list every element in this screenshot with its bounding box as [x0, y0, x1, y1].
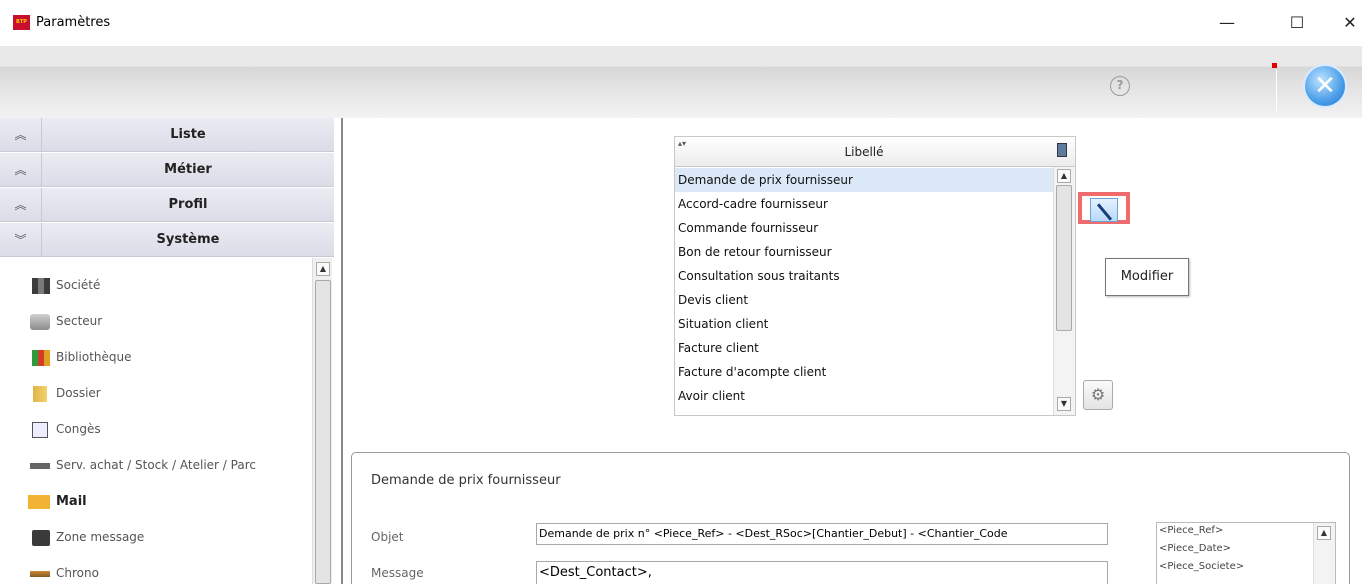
message-textarea[interactable]: <Dest_Contact>, — [536, 561, 1108, 584]
modify-button-highlight — [1078, 192, 1130, 224]
building-icon — [32, 278, 50, 294]
title-bar: BTP Paramètres — ☐ ✕ — [0, 0, 1362, 46]
help-icon[interactable]: ? — [1110, 76, 1130, 96]
double-chevron-up-icon[interactable]: ︽ — [0, 188, 42, 222]
pencil-icon — [1096, 203, 1113, 221]
list-item[interactable]: Avoir client — [675, 384, 1053, 408]
variable-item[interactable]: <Piece_Date> — [1159, 543, 1231, 554]
variable-item[interactable]: <Piece_Societe> — [1159, 561, 1244, 572]
sidebar-item-bibliotheque[interactable]: Bibliothèque — [0, 340, 312, 376]
variables-list: <Piece_Ref> <Piece_Date> <Piece_Societe>… — [1156, 522, 1336, 584]
system-item-list: Société Secteur Bibliothèque Dossier Con… — [0, 258, 312, 584]
sidebar-item-label: Serv. achat / Stock / Atelier / Parc — [56, 458, 256, 472]
libelle-scrollbar[interactable]: ▲ ▼ — [1053, 167, 1075, 415]
maximize-button[interactable]: ☐ — [1277, 8, 1317, 38]
list-item[interactable]: Consultation sous traitants — [675, 264, 1053, 288]
list-item[interactable]: Devis client — [675, 288, 1053, 312]
sidebar: ︽ Liste ︽ Métier ︽ Profil ︾ Système Soci… — [0, 118, 336, 584]
message-label: Message — [371, 566, 424, 580]
double-chevron-up-icon[interactable]: ︽ — [0, 153, 42, 187]
books-icon — [32, 350, 50, 366]
scroll-up-arrow-icon[interactable]: ▲ — [316, 262, 330, 276]
double-chevron-up-icon[interactable]: ︽ — [0, 118, 42, 152]
scroll-up-arrow-icon[interactable]: ▲ — [1057, 169, 1071, 183]
accordion-metier[interactable]: ︽ Métier — [0, 153, 334, 187]
folder-icon — [33, 386, 47, 402]
sidebar-item-societe[interactable]: Société — [0, 268, 312, 304]
double-chevron-down-icon[interactable]: ︾ — [0, 223, 42, 257]
list-item[interactable]: Accord-cadre fournisseur — [675, 192, 1053, 216]
list-item[interactable]: Situation client — [675, 312, 1053, 336]
scroll-thumb[interactable] — [315, 280, 331, 584]
sidebar-item-label: Bibliothèque — [56, 350, 132, 364]
sidebar-item-label: Congès — [56, 422, 101, 436]
sidebar-item-label: Société — [56, 278, 101, 292]
libelle-grid: ▴▾ Libellé Demande de prix fournisseur A… — [674, 136, 1076, 416]
mail-icon — [28, 495, 50, 509]
status-dot — [1272, 63, 1277, 68]
accordion-label: Métier — [164, 162, 212, 177]
minimize-button[interactable]: — — [1207, 8, 1247, 38]
calendar-icon — [32, 422, 48, 438]
toolbar-separator — [1276, 70, 1277, 112]
list-item[interactable]: Demande de prix fournisseur — [675, 168, 1053, 192]
variables-scrollbar[interactable]: ▲ — [1313, 523, 1335, 584]
detail-panel: Demande de prix fournisseur Objet Demand… — [351, 452, 1350, 584]
scroll-up-arrow-icon[interactable]: ▲ — [1317, 526, 1331, 540]
sidebar-item-label: Zone message — [56, 530, 145, 544]
list-item[interactable]: Facture d'acompte client — [675, 360, 1053, 384]
scroll-thumb[interactable] — [1056, 185, 1072, 331]
sidebar-item-serv-achat[interactable]: Serv. achat / Stock / Atelier / Parc — [0, 448, 312, 484]
objet-label: Objet — [371, 530, 404, 544]
sidebar-item-mail[interactable]: Mail — [0, 484, 312, 520]
accordion-liste[interactable]: ︽ Liste — [0, 118, 334, 152]
list-item[interactable]: Bon de retour fournisseur — [675, 240, 1053, 264]
panel-divider[interactable] — [341, 118, 343, 584]
list-item[interactable]: Commande fournisseur — [675, 216, 1053, 240]
truck-icon — [30, 463, 50, 469]
sidebar-item-label: Secteur — [56, 314, 103, 328]
scroll-down-arrow-icon[interactable]: ▼ — [1057, 397, 1071, 411]
variable-item[interactable]: <Piece_Ref> — [1159, 525, 1223, 536]
sidebar-item-label: Chrono — [56, 566, 99, 580]
window-title: Paramètres — [36, 15, 111, 30]
modify-tooltip: Modifier — [1105, 258, 1189, 296]
column-header-libelle: Libellé — [844, 145, 884, 159]
sidebar-item-dossier[interactable]: Dossier — [0, 376, 312, 412]
sidebar-item-label: Dossier — [56, 386, 101, 400]
app-logo-icon: BTP — [13, 15, 30, 30]
toolbar: ? — [0, 46, 1362, 118]
sidebar-item-secteur[interactable]: Secteur — [0, 304, 312, 340]
column-settings-icon[interactable] — [1057, 143, 1067, 157]
sidebar-item-zone-message[interactable]: Zone message — [0, 520, 312, 556]
sidebar-scrollbar[interactable]: ▲ — [312, 258, 332, 584]
close-window-button[interactable]: ✕ — [1330, 8, 1362, 38]
accordion-label: Profil — [168, 197, 208, 212]
modify-button[interactable] — [1090, 198, 1118, 222]
accordion-systeme[interactable]: ︾ Système — [0, 223, 334, 257]
list-item[interactable]: Facture client — [675, 336, 1053, 360]
sidebar-item-label: Mail — [56, 494, 87, 509]
objet-input[interactable]: Demande de prix n° <Piece_Ref> - <Dest_R… — [536, 523, 1108, 545]
accordion-label: Liste — [170, 127, 206, 142]
sidebar-item-chrono[interactable]: Chrono — [0, 556, 312, 584]
accordion-profil[interactable]: ︽ Profil — [0, 188, 334, 222]
drive-icon — [30, 314, 50, 330]
gear-button[interactable]: ⚙ — [1083, 380, 1113, 410]
detail-title: Demande de prix fournisseur — [371, 473, 561, 488]
gear-icon: ⚙ — [1090, 385, 1106, 404]
chrono-icon — [30, 571, 50, 577]
accordion-label: Système — [156, 232, 220, 247]
close-panel-icon[interactable]: ✕ — [1303, 64, 1347, 108]
message-icon — [32, 530, 50, 546]
sidebar-item-conges[interactable]: Congès — [0, 412, 312, 448]
libelle-header[interactable]: ▴▾ Libellé — [675, 137, 1075, 167]
